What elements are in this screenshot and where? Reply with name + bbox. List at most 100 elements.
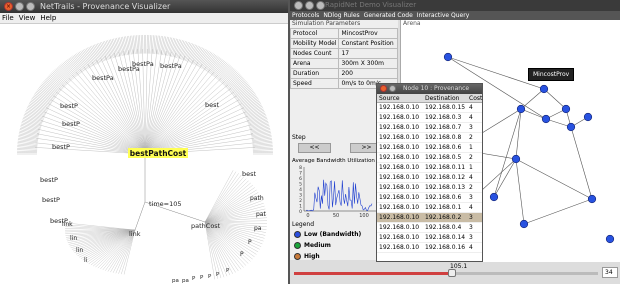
provenance-row[interactable]: 192.168.0.10 192.168.0.6 1 bbox=[377, 143, 482, 153]
right-maximize-icon[interactable] bbox=[316, 1, 325, 10]
menu-protocols[interactable]: Protocols bbox=[292, 11, 319, 20]
bw-y-tick: 2 bbox=[299, 198, 302, 204]
provenance-row[interactable]: 192.168.0.10 192.168.0.1 4 bbox=[377, 203, 482, 213]
right-window-title: RapidNet Demo Visualizer bbox=[325, 1, 417, 9]
row-destination: 192.168.0.4 bbox=[425, 224, 462, 231]
tree-leaf-edge bbox=[247, 115, 267, 122]
tree-edge bbox=[204, 187, 255, 223]
provenance-row[interactable]: 192.168.0.10 192.168.0.4 3 bbox=[377, 223, 482, 233]
tree-leaf-edge bbox=[48, 75, 64, 89]
arena-label: Arena bbox=[403, 20, 421, 27]
col-cost[interactable]: Cost bbox=[467, 94, 482, 102]
sim-param-value[interactable]: 17 bbox=[338, 48, 398, 59]
tree-leaf-edge bbox=[62, 62, 76, 78]
maximize-icon[interactable] bbox=[26, 2, 35, 11]
sim-param-value[interactable]: 300m X 300m bbox=[338, 58, 398, 69]
time-slider-handle[interactable] bbox=[448, 269, 457, 277]
provenance-row[interactable]: 192.168.0.10 192.168.0.14 3 bbox=[377, 233, 482, 243]
popup-close-icon[interactable] bbox=[380, 85, 387, 92]
tree-leaf-edge bbox=[223, 72, 239, 86]
sim-param-value[interactable]: Constant Position bbox=[338, 38, 398, 49]
provenance-row[interactable]: 192.168.0.10 192.168.0.6 3 bbox=[377, 193, 482, 203]
menu-interactive-query[interactable]: Interactive Query bbox=[417, 11, 469, 20]
tree-leaf-edge bbox=[232, 83, 249, 95]
row-destination: 192.168.0.13 bbox=[425, 184, 466, 191]
tree-node-label: bestPa bbox=[92, 74, 114, 82]
right-minimize-icon[interactable] bbox=[305, 1, 314, 10]
tree-leaf-edge bbox=[97, 43, 105, 61]
menu-help[interactable]: Help bbox=[40, 13, 56, 23]
tree-edge bbox=[144, 56, 186, 155]
provenance-row[interactable]: 192.168.0.10 192.168.0.15 4 bbox=[377, 103, 482, 113]
tree-leaf-edge bbox=[140, 35, 142, 54]
row-source: 192.168.0.10 bbox=[379, 224, 420, 231]
tree-leaf-edge bbox=[17, 139, 38, 142]
network-node bbox=[587, 194, 597, 204]
minimize-icon[interactable] bbox=[15, 2, 24, 11]
time-slider-fill bbox=[294, 272, 453, 275]
provenance-row[interactable]: 192.168.0.10 192.168.0.12 4 bbox=[377, 173, 482, 183]
col-destination[interactable]: Destination bbox=[423, 94, 467, 102]
row-cost: 4 bbox=[469, 174, 473, 181]
speed-input[interactable]: 34 bbox=[602, 267, 618, 278]
menu-view[interactable]: View bbox=[19, 13, 36, 23]
row-cost: 3 bbox=[469, 224, 473, 231]
tree-leaf-edge bbox=[218, 66, 232, 81]
tree-leaf-edge bbox=[52, 71, 68, 85]
tree-leaf-edge bbox=[40, 84, 58, 96]
tree-leaf-edge bbox=[251, 133, 272, 138]
col-source[interactable]: Source bbox=[377, 94, 423, 102]
tree-leaf-edge bbox=[27, 106, 47, 114]
provenance-row[interactable]: 192.168.0.10 192.168.0.13 2 bbox=[377, 183, 482, 193]
time-slider-track[interactable] bbox=[294, 272, 598, 275]
tree-leaf-edge bbox=[50, 73, 66, 87]
legend-label: High bbox=[304, 253, 320, 260]
provenance-row[interactable]: 192.168.0.10 192.168.0.11 1 bbox=[377, 163, 482, 173]
row-source: 192.168.0.10 bbox=[379, 244, 420, 251]
sim-param-value[interactable]: 200 bbox=[338, 68, 398, 79]
close-icon[interactable]: × bbox=[4, 2, 13, 11]
row-destination: 192.168.0.8 bbox=[425, 134, 462, 141]
tree-leaf-edge bbox=[38, 88, 55, 99]
tree-node-label: bestPa bbox=[160, 62, 182, 70]
root-node-label: bestPathCost bbox=[130, 149, 187, 158]
bw-y-tick: 5 bbox=[299, 182, 302, 188]
provenance-row[interactable]: 192.168.0.10 192.168.0.7 3 bbox=[377, 123, 482, 133]
tree-node-label: lin bbox=[76, 247, 83, 254]
tree-leaf-edge bbox=[110, 39, 117, 58]
tree-edge bbox=[79, 229, 136, 258]
network-link bbox=[515, 158, 525, 225]
step-back-button[interactable]: << bbox=[298, 143, 331, 153]
provenance-row[interactable]: 192.168.0.10 192.168.0.2 3 bbox=[377, 213, 482, 223]
provenance-row[interactable]: 192.168.0.10 192.168.0.16 4 bbox=[377, 243, 482, 253]
tree-node-label: bestP bbox=[60, 102, 78, 110]
provenance-row[interactable]: 192.168.0.10 192.168.0.5 2 bbox=[377, 153, 482, 163]
menu-generated-code[interactable]: Generated Code bbox=[364, 11, 413, 20]
tree-leaf-edge bbox=[186, 44, 195, 62]
tree-leaf-edge bbox=[252, 149, 273, 151]
row-source: 192.168.0.10 bbox=[379, 104, 420, 111]
sim-param-value[interactable]: MincostProv bbox=[338, 28, 398, 39]
row-cost: 4 bbox=[469, 114, 473, 121]
provenance-row[interactable]: 192.168.0.10 192.168.0.3 4 bbox=[377, 113, 482, 123]
tree-leaf-edge bbox=[214, 62, 228, 78]
provenance-tree-graph[interactable]: bestPabestPabestPa bestPabestPbestPbestPb… bbox=[0, 24, 290, 284]
tree-leaf-edge bbox=[17, 148, 38, 150]
tree-leaf-edge bbox=[21, 121, 42, 127]
network-node bbox=[519, 219, 529, 229]
tree-leaf-edge bbox=[136, 35, 138, 54]
network-node bbox=[443, 52, 453, 62]
popup-minimize-icon[interactable] bbox=[389, 85, 396, 92]
sim-param-row: Nodes Count 17 bbox=[289, 48, 398, 59]
menu-file[interactable]: File bbox=[2, 13, 14, 23]
provenance-row[interactable]: 192.168.0.10 192.168.0.8 2 bbox=[377, 133, 482, 143]
menu-ndlog-rules[interactable]: NDlog Rules bbox=[323, 11, 359, 20]
popup-title-bar: Node 10 : Provenance bbox=[377, 84, 482, 94]
network-node bbox=[489, 192, 499, 202]
tree-leaf-edge bbox=[43, 81, 60, 93]
tree-leaf-edge bbox=[248, 119, 268, 126]
right-close-icon[interactable] bbox=[294, 1, 303, 10]
tree-leaf-edge bbox=[234, 87, 252, 98]
tree-leaf-edge bbox=[183, 42, 192, 61]
tree-leaf-edge bbox=[211, 59, 224, 75]
